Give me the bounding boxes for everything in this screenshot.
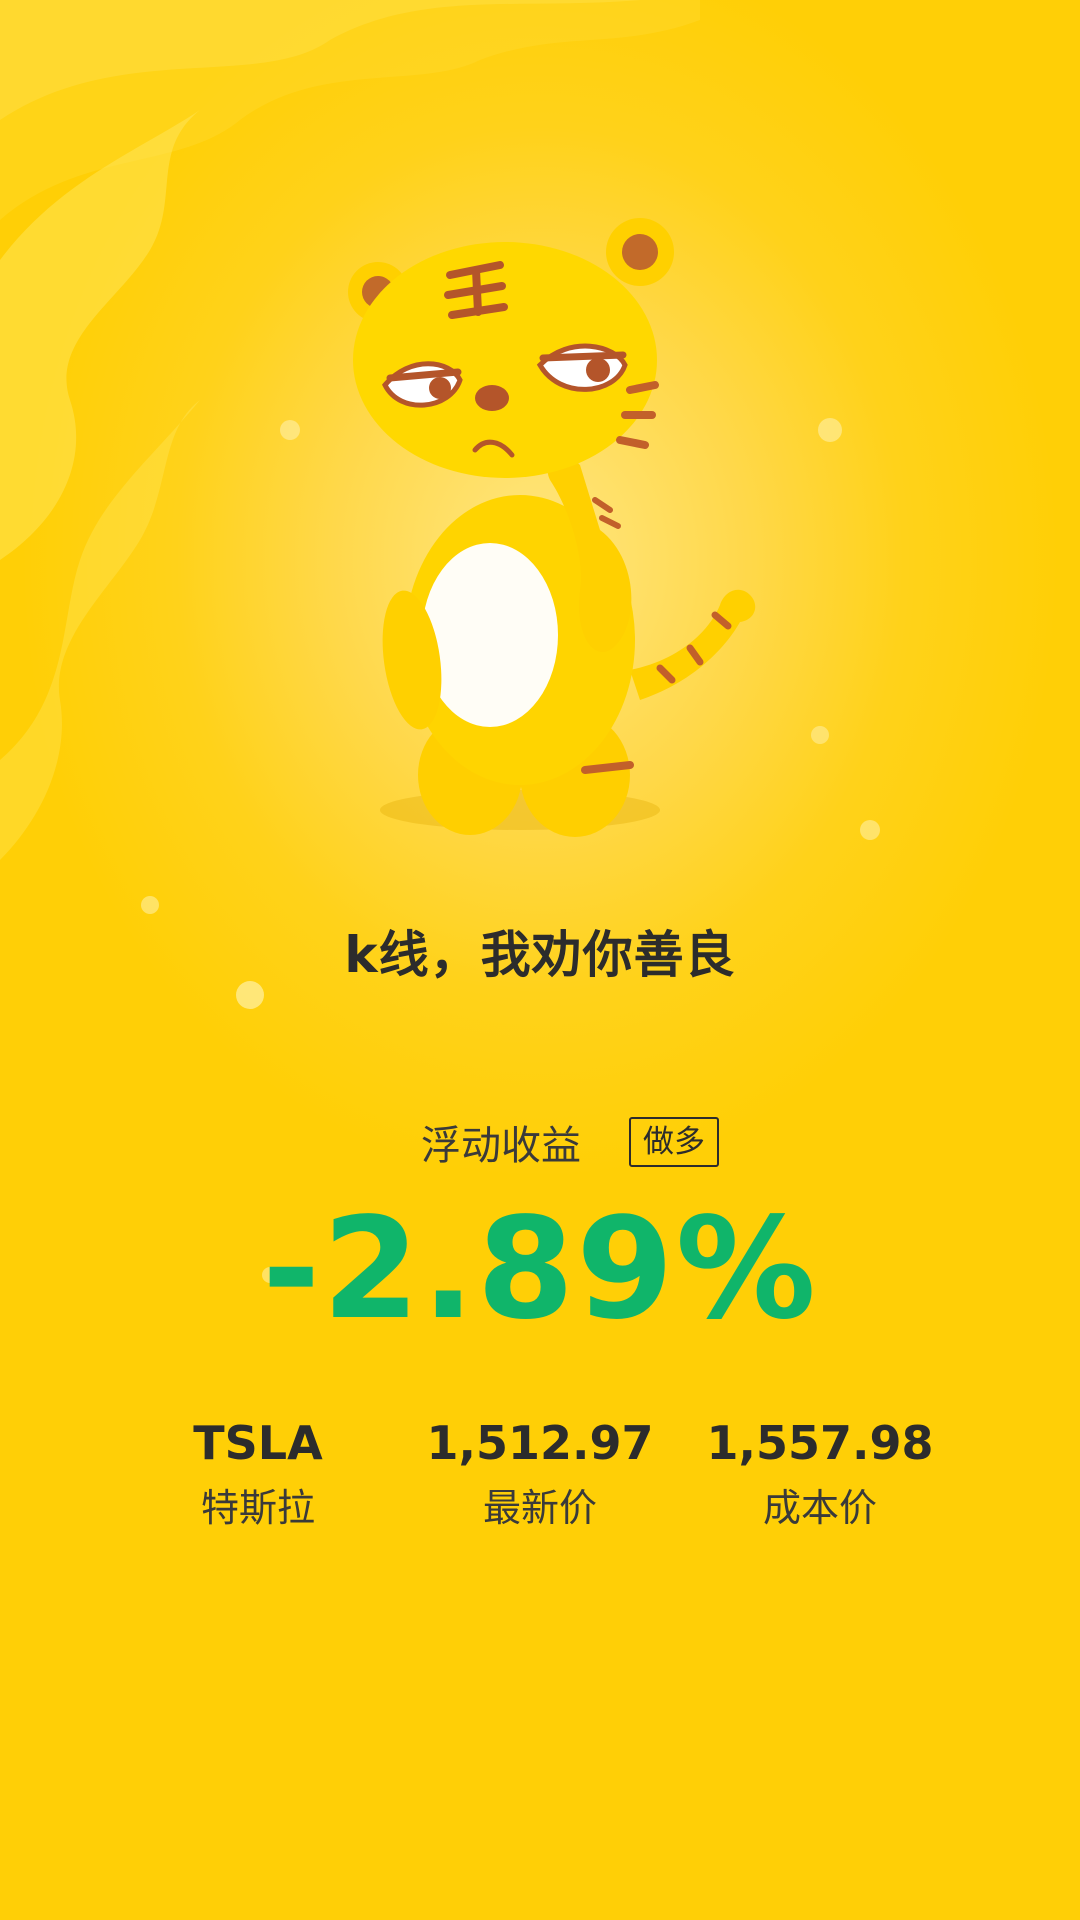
pnl-header: 浮动收益 做多 — [0, 1113, 1080, 1171]
latest-price-value: 1,512.97 — [426, 1416, 654, 1470]
pnl-label: 浮动收益 — [421, 1123, 581, 1169]
stock-name: 特斯拉 — [200, 1486, 315, 1530]
pnl-percentage: -2.89% — [262, 1188, 818, 1351]
tiger-mascot-illustration — [348, 218, 756, 837]
stats-row: TSLA 特斯拉 1,512.97 最新价 1,557.98 成本价 — [0, 1415, 1080, 1555]
cost-price-label: 成本价 — [762, 1486, 877, 1530]
cost-price-value: 1,557.98 — [706, 1416, 934, 1470]
position-direction-badge[interactable]: 做多 — [629, 1117, 719, 1167]
stat-cost-price: 1,557.98 成本价 — [670, 1415, 970, 1531]
stock-symbol: TSLA — [193, 1416, 323, 1470]
stat-symbol: TSLA 特斯拉 — [108, 1415, 408, 1531]
stat-latest-price: 1,512.97 最新价 — [390, 1415, 690, 1531]
headline: k线，我劝你善良 — [344, 926, 736, 984]
latest-price-label: 最新价 — [482, 1486, 597, 1530]
